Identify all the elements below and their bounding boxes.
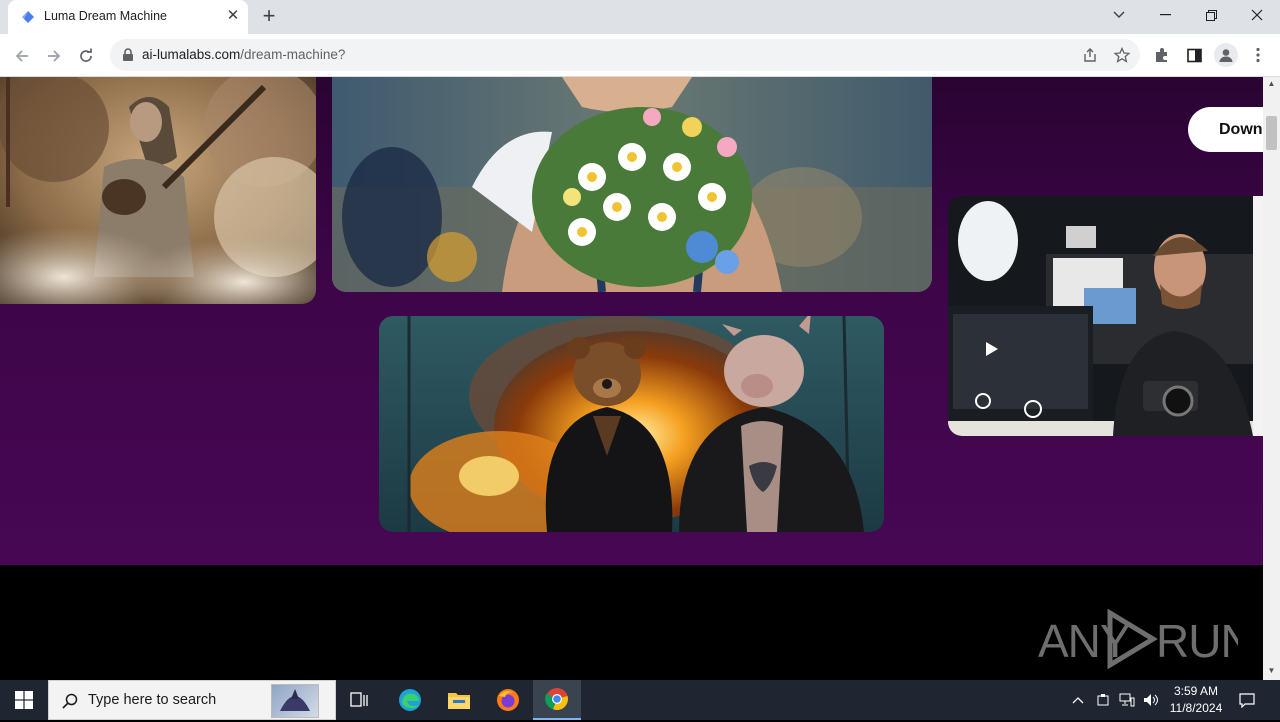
search-placeholder: Type here to search	[88, 692, 217, 708]
forward-button[interactable]	[40, 42, 68, 70]
tab-title: Luma Dream Machine	[44, 9, 167, 23]
notifications-icon[interactable]	[1236, 690, 1258, 710]
video-card-musician[interactable]	[0, 77, 316, 304]
restore-button[interactable]	[1188, 0, 1234, 30]
photographer-image	[948, 196, 1263, 436]
tab-luma[interactable]: Luma Dream Machine ✕	[8, 0, 248, 34]
anyrun-watermark: ANY RUN	[1038, 608, 1254, 670]
new-tab-button[interactable]: +	[258, 5, 280, 28]
clock-time: 3:59 AM	[1173, 684, 1219, 698]
address-bar[interactable]: ai-lumalabs.com/dream-machine?	[110, 39, 1140, 71]
firefox-icon	[497, 689, 519, 711]
vertical-scrollbar[interactable]: ▲ ▼	[1263, 77, 1280, 680]
close-tab-icon[interactable]: ✕	[224, 7, 242, 25]
luma-favicon-icon	[22, 11, 34, 23]
url-domain: ai-lumalabs.com	[142, 47, 241, 62]
chrome-icon	[545, 688, 568, 711]
back-button[interactable]	[8, 42, 36, 70]
task-view-icon	[350, 692, 368, 707]
page-viewport: Down ANY RUN	[0, 77, 1263, 680]
windows-taskbar: Type here to search 3:59 AM 11/8/2024	[0, 680, 1280, 720]
file-explorer-app-button[interactable]	[435, 680, 483, 720]
lock-icon[interactable]	[122, 48, 134, 62]
chrome-app-button[interactable]	[533, 680, 581, 720]
bouquet	[532, 107, 752, 287]
video-card-flowers[interactable]	[332, 77, 932, 292]
video-card-photographer[interactable]	[948, 196, 1263, 436]
reload-button[interactable]	[72, 42, 100, 70]
watermark-run-glyphs: RUN	[1156, 615, 1238, 667]
share-icon[interactable]	[1080, 45, 1100, 65]
url-text[interactable]: ai-lumalabs.com/dream-machine?	[142, 47, 345, 62]
browser-toolbar: ai-lumalabs.com/dream-machine?	[0, 34, 1280, 77]
bookmark-star-icon[interactable]	[1112, 45, 1132, 65]
url-path: /dream-machine?	[240, 47, 346, 62]
start-button[interactable]	[0, 680, 48, 720]
minimize-button[interactable]	[1142, 0, 1188, 30]
volume-icon[interactable]	[1140, 690, 1162, 710]
close-window-button[interactable]	[1234, 0, 1280, 30]
side-panel-icon[interactable]	[1184, 45, 1204, 65]
extensions-icon[interactable]	[1152, 45, 1172, 65]
network-icon[interactable]	[1116, 690, 1138, 710]
tray-app-icon[interactable]	[1093, 690, 1113, 710]
edge-app-button[interactable]	[386, 680, 434, 720]
search-icon	[62, 693, 78, 709]
folder-icon	[448, 693, 470, 709]
bear-pig-image	[379, 316, 884, 532]
task-view-button[interactable]	[336, 680, 384, 720]
video-card-bear-pig[interactable]	[379, 316, 884, 532]
firefox-app-button[interactable]	[484, 680, 532, 720]
edge-icon	[399, 689, 421, 711]
menu-kebab-icon[interactable]	[1248, 45, 1268, 65]
musician-image	[0, 77, 316, 304]
tab-strip: Luma Dream Machine ✕ +	[0, 0, 1280, 34]
scroll-thumb[interactable]	[1266, 116, 1277, 150]
system-clock[interactable]: 3:59 AM 11/8/2024	[1160, 683, 1232, 717]
windows-logo-icon	[15, 691, 33, 709]
clock-date: 11/8/2024	[1169, 701, 1223, 715]
scroll-up-arrow-icon[interactable]: ▲	[1263, 77, 1280, 91]
download-button[interactable]: Down	[1188, 107, 1263, 152]
flowers-image	[332, 77, 932, 292]
profile-avatar-icon[interactable]	[1214, 43, 1238, 67]
taskbar-search-box[interactable]: Type here to search	[48, 680, 336, 720]
search-highlight-image[interactable]	[271, 684, 319, 718]
tray-overflow-chevron-icon[interactable]	[1068, 690, 1088, 710]
scroll-down-arrow-icon[interactable]: ▼	[1263, 664, 1280, 678]
tab-search-icon[interactable]	[1096, 0, 1142, 30]
